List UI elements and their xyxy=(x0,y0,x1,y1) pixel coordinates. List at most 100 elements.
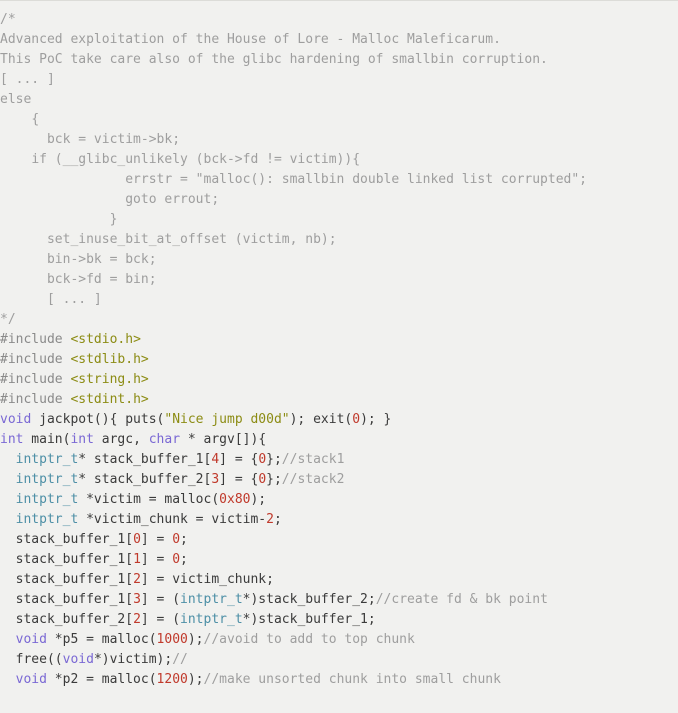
code-token: * stack_buffer_1[ xyxy=(78,452,212,467)
code-token: /* xyxy=(0,12,16,27)
code-token: ] = { xyxy=(219,472,259,487)
code-token: intptr_t xyxy=(15,472,79,487)
code-token: 1200 xyxy=(156,672,188,687)
code-token: //avoid to add to top chunk xyxy=(203,632,415,647)
code-token: ); xyxy=(187,672,204,687)
code-line: } xyxy=(0,210,678,230)
code-token: #include xyxy=(0,332,71,347)
code-token: 2 xyxy=(133,572,141,587)
code-line: void jackpot(){ puts("Nice jump d00d" ); … xyxy=(0,410,678,430)
code-token: * argv[]){ xyxy=(180,432,267,447)
code-token: char xyxy=(148,432,181,447)
code-token: [ ... ] xyxy=(0,72,55,87)
code-token: void xyxy=(62,652,94,667)
code-token: 0 xyxy=(352,412,361,427)
code-token: *victim = malloc( xyxy=(78,492,220,507)
code-line: stack_buffer_2[2] = (intptr_t*)stack_buf… xyxy=(0,610,678,630)
code-token: * stack_buffer_2[ xyxy=(78,472,212,487)
code-token: 0 xyxy=(258,472,267,487)
code-line: void *p2 = malloc(1200);//make unsorted … xyxy=(0,670,678,690)
code-token: //create fd & bk point xyxy=(375,592,548,607)
code-token: main( xyxy=(23,432,71,447)
code-line: goto errout; xyxy=(0,190,678,210)
code-token: void xyxy=(15,672,47,687)
code-line: stack_buffer_1[0] = 0; xyxy=(0,530,678,550)
code-token: errstr = "malloc(): smallbin double link… xyxy=(0,172,588,187)
code-token: */ xyxy=(0,312,16,327)
code-token: void xyxy=(0,412,32,427)
code-token: { xyxy=(0,112,40,127)
code-token: int xyxy=(70,432,94,447)
code-line: errstr = "malloc(): smallbin double link… xyxy=(0,170,678,190)
code-token: #include xyxy=(0,352,71,367)
code-line: bin->bk = bck; xyxy=(0,250,678,270)
code-token: ] = ( xyxy=(140,592,181,607)
code-token: stack_buffer_1[ xyxy=(0,592,134,607)
code-token: <string.h> xyxy=(70,372,149,387)
code-token: ); xyxy=(187,632,204,647)
code-token: intptr_t xyxy=(15,452,79,467)
code-token: 3 xyxy=(133,592,141,607)
code-token: ); xyxy=(250,492,267,507)
code-token: #include xyxy=(0,372,71,387)
code-token: #include xyxy=(0,392,71,407)
code-token: ] = { xyxy=(219,452,259,467)
code-viewer[interactable]: /* Advanced exploitation of the House of… xyxy=(0,0,678,713)
code-token: 2 xyxy=(133,612,141,627)
code-line: bck = victim->bk; xyxy=(0,130,678,150)
code-token: ] = xyxy=(140,532,173,547)
code-token: 1000 xyxy=(156,632,188,647)
code-token: This PoC take care also of the glibc har… xyxy=(0,52,548,67)
code-token: 4 xyxy=(211,452,220,467)
code-token: bck->fd = bin; xyxy=(0,272,157,287)
code-token: ); } xyxy=(360,412,392,427)
code-token: }; xyxy=(266,472,282,487)
code-token: *)stack_buffer_2; xyxy=(242,592,376,607)
code-line: #include <stdio.h> xyxy=(0,330,678,350)
code-token: *)stack_buffer_1; xyxy=(242,612,376,627)
code-token: 0 xyxy=(258,452,267,467)
code-token: 0 xyxy=(133,532,141,547)
code-token: stack_buffer_2[ xyxy=(0,612,134,627)
code-token: bck = victim->bk; xyxy=(0,132,181,147)
code-token: ] = xyxy=(140,552,173,567)
code-token: stack_buffer_1[ xyxy=(0,532,134,547)
code-token: 2 xyxy=(266,512,274,527)
code-token: [ ... ] xyxy=(0,292,102,307)
code-token: ] = ( xyxy=(140,612,181,627)
code-line: intptr_t* stack_buffer_1[4] = {0};//stac… xyxy=(0,450,678,470)
code-token: free(( xyxy=(0,652,63,667)
code-token: "Nice jump d00d" xyxy=(164,412,290,427)
code-line: #include <stdint.h> xyxy=(0,390,678,410)
code-token: // xyxy=(172,652,188,667)
code-line: set_inuse_bit_at_offset (victim, nb); xyxy=(0,230,678,250)
code-line: stack_buffer_1[2] = victim_chunk; xyxy=(0,570,678,590)
code-token: } xyxy=(0,212,118,227)
code-line: intptr_t *victim_chunk = victim-2; xyxy=(0,510,678,530)
code-token: intptr_t xyxy=(180,612,243,627)
code-token: Advanced exploitation of the House of Lo… xyxy=(0,32,501,47)
code-token: *p2 = malloc( xyxy=(46,672,157,687)
code-token: jackpot(){ puts( xyxy=(31,412,165,427)
code-token: argc, xyxy=(93,432,149,447)
code-token: 1 xyxy=(133,552,141,567)
code-token: set_inuse_bit_at_offset (victim, nb); xyxy=(0,232,337,247)
code-token: //make unsorted chunk into small chunk xyxy=(203,672,501,687)
code-token: intptr_t xyxy=(15,492,79,507)
code-line: free((void*)victim);// xyxy=(0,650,678,670)
code-line: else xyxy=(0,90,678,110)
code-line: #include <string.h> xyxy=(0,370,678,390)
code-line: void *p5 = malloc(1000);//avoid to add t… xyxy=(0,630,678,650)
code-token: ] = victim_chunk; xyxy=(140,572,274,587)
code-token: if (__glibc_unlikely (bck->fd != victim)… xyxy=(0,152,361,167)
code-token: goto errout; xyxy=(0,192,220,207)
code-token: intptr_t xyxy=(180,592,243,607)
code-line: stack_buffer_1[3] = (intptr_t*)stack_buf… xyxy=(0,590,678,610)
code-token: ; xyxy=(180,532,188,547)
code-token: <stdlib.h> xyxy=(70,352,149,367)
code-token: *victim_chunk = victim- xyxy=(78,512,267,527)
